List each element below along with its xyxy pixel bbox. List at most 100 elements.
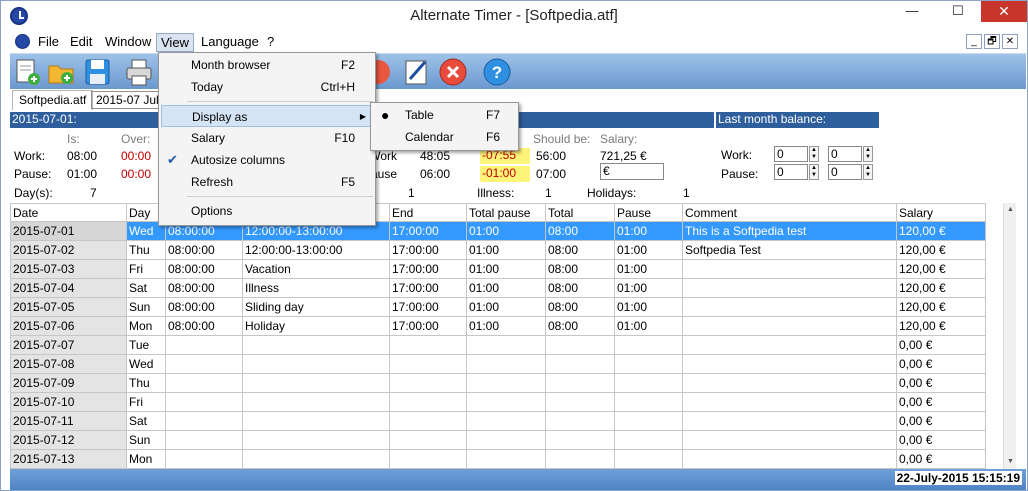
last-month-work-minutes[interactable]: 0 <box>828 146 862 162</box>
table-cell[interactable] <box>242 354 390 374</box>
menu-window[interactable]: Window <box>101 33 155 52</box>
table-cell[interactable] <box>614 335 683 355</box>
close-button[interactable]: ✕ <box>981 1 1027 22</box>
table-cell[interactable] <box>545 335 615 355</box>
table-cell[interactable] <box>242 449 390 469</box>
table-cell[interactable]: 0,00 € <box>896 411 986 431</box>
close-red-icon[interactable] <box>438 57 468 87</box>
scroll-down-icon[interactable]: ▼ <box>1004 455 1016 469</box>
table-cell[interactable]: Fri <box>126 259 166 279</box>
menu-file[interactable]: File <box>34 33 63 52</box>
table-cell[interactable]: 120,00 € <box>896 297 986 317</box>
table-cell[interactable]: 120,00 € <box>896 278 986 298</box>
table-cell[interactable]: Thu <box>126 240 166 260</box>
col-header-salary[interactable]: Salary <box>896 203 986 222</box>
tab-softpedia-atf[interactable]: Softpedia.atf <box>12 90 94 110</box>
last-month-pause-hours[interactable]: 0 <box>774 164 808 180</box>
table-cell[interactable] <box>545 373 615 393</box>
table-cell[interactable]: 17:00:00 <box>389 316 467 336</box>
table-cell[interactable]: 01:00 <box>466 297 546 317</box>
table-cell[interactable] <box>682 449 897 469</box>
spin-arrows-icon[interactable]: ▲ ▼ <box>809 164 819 180</box>
table-cell[interactable]: 2015-07-10 <box>10 392 127 412</box>
table-cell[interactable] <box>389 430 467 450</box>
table-cell[interactable]: 2015-07-03 <box>10 259 127 279</box>
table-cell[interactable] <box>165 354 243 374</box>
table-cell[interactable] <box>466 392 546 412</box>
table-cell[interactable]: 2015-07-09 <box>10 373 127 393</box>
table-cell[interactable]: 2015-07-12 <box>10 430 127 450</box>
table-cell[interactable]: 120,00 € <box>896 240 986 260</box>
table-cell[interactable] <box>614 430 683 450</box>
help-icon[interactable]: ? <box>482 57 512 87</box>
menu-refresh[interactable]: Refresh F5 <box>161 171 373 193</box>
table-cell[interactable]: Tue <box>126 335 166 355</box>
table-cell[interactable] <box>682 316 897 336</box>
menu-month-browser[interactable]: Month browser F2 <box>161 54 373 76</box>
open-icon[interactable] <box>46 57 76 87</box>
table-cell[interactable]: 2015-07-04 <box>10 278 127 298</box>
submenu-calendar[interactable]: Calendar F6 <box>373 127 516 148</box>
spin-arrows-icon[interactable]: ▲ ▼ <box>863 164 873 180</box>
table-cell[interactable] <box>682 430 897 450</box>
table-cell[interactable]: Illness <box>242 278 390 298</box>
col-header-comment[interactable]: Comment <box>682 203 897 222</box>
table-cell[interactable] <box>466 373 546 393</box>
table-row[interactable]: 2015-07-12 Sun 0,00 € <box>10 430 986 450</box>
table-cell[interactable]: Softpedia Test <box>682 240 897 260</box>
table-cell[interactable]: 08:00 <box>545 297 615 317</box>
table-row[interactable]: 2015-07-03 Fri 08:00:00 Vacation 17:00:00 01:… <box>10 259 986 279</box>
table-cell[interactable]: 08:00:00 <box>165 259 243 279</box>
table-cell[interactable]: 01:00 <box>466 278 546 298</box>
table-row[interactable]: 2015-07-06 Mon 08:00:00 Holiday 17:00:00 01:0… <box>10 316 986 336</box>
spin-arrows-icon[interactable]: ▲ ▼ <box>863 146 873 162</box>
table-row[interactable]: 2015-07-13 Mon 0,00 € <box>10 449 986 469</box>
table-cell[interactable] <box>389 373 467 393</box>
clock-menu-icon[interactable] <box>15 34 30 49</box>
table-cell[interactable] <box>466 430 546 450</box>
table-cell[interactable]: Wed <box>126 354 166 374</box>
salary-rate-field[interactable]: € <box>600 163 664 180</box>
table-cell[interactable]: 120,00 € <box>896 316 986 336</box>
table-cell[interactable]: 01:00 <box>614 278 683 298</box>
table-cell[interactable] <box>466 449 546 469</box>
table-cell[interactable]: 0,00 € <box>896 354 986 374</box>
table-row[interactable]: 2015-07-11 Sat 0,00 € <box>10 411 986 431</box>
col-header-date[interactable]: Date <box>10 203 127 222</box>
table-cell[interactable] <box>242 411 390 431</box>
table-cell[interactable] <box>682 278 897 298</box>
mdi-minimize-button[interactable]: _ <box>966 34 982 49</box>
table-cell[interactable]: Sat <box>126 278 166 298</box>
table-cell[interactable]: 08:00:00 <box>165 297 243 317</box>
table-cell[interactable] <box>682 411 897 431</box>
table-cell[interactable] <box>545 430 615 450</box>
table-cell[interactable] <box>545 354 615 374</box>
table-cell[interactable] <box>682 259 897 279</box>
new-icon[interactable] <box>12 57 42 87</box>
menu-help[interactable]: ? <box>263 33 278 52</box>
table-cell[interactable] <box>165 430 243 450</box>
table-cell[interactable] <box>389 335 467 355</box>
vertical-scrollbar[interactable]: ▲ ▼ <box>1003 203 1016 469</box>
table-cell[interactable]: 2015-07-01 <box>10 221 127 241</box>
table-cell[interactable]: 0,00 € <box>896 335 986 355</box>
menu-view[interactable]: View <box>156 33 194 52</box>
table-cell[interactable] <box>614 411 683 431</box>
table-cell[interactable]: 01:00 <box>614 221 683 241</box>
table-cell[interactable] <box>242 373 390 393</box>
table-cell[interactable]: Thu <box>126 373 166 393</box>
table-cell[interactable] <box>545 411 615 431</box>
table-cell[interactable]: Sat <box>126 411 166 431</box>
table-cell[interactable]: 0,00 € <box>896 430 986 450</box>
title-bar[interactable]: Alternate Timer - [Softpedia.atf] — ☐ ✕ <box>1 1 1027 31</box>
table-cell[interactable]: 17:00:00 <box>389 221 467 241</box>
table-cell[interactable] <box>165 449 243 469</box>
table-cell[interactable] <box>165 392 243 412</box>
table-cell[interactable]: 17:00:00 <box>389 278 467 298</box>
table-cell[interactable]: 08:00 <box>545 221 615 241</box>
scroll-up-icon[interactable]: ▲ <box>1004 203 1016 217</box>
table-cell[interactable]: 01:00 <box>614 316 683 336</box>
table-cell[interactable] <box>682 392 897 412</box>
table-cell[interactable]: 08:00 <box>545 240 615 260</box>
table-cell[interactable]: 08:00 <box>545 278 615 298</box>
